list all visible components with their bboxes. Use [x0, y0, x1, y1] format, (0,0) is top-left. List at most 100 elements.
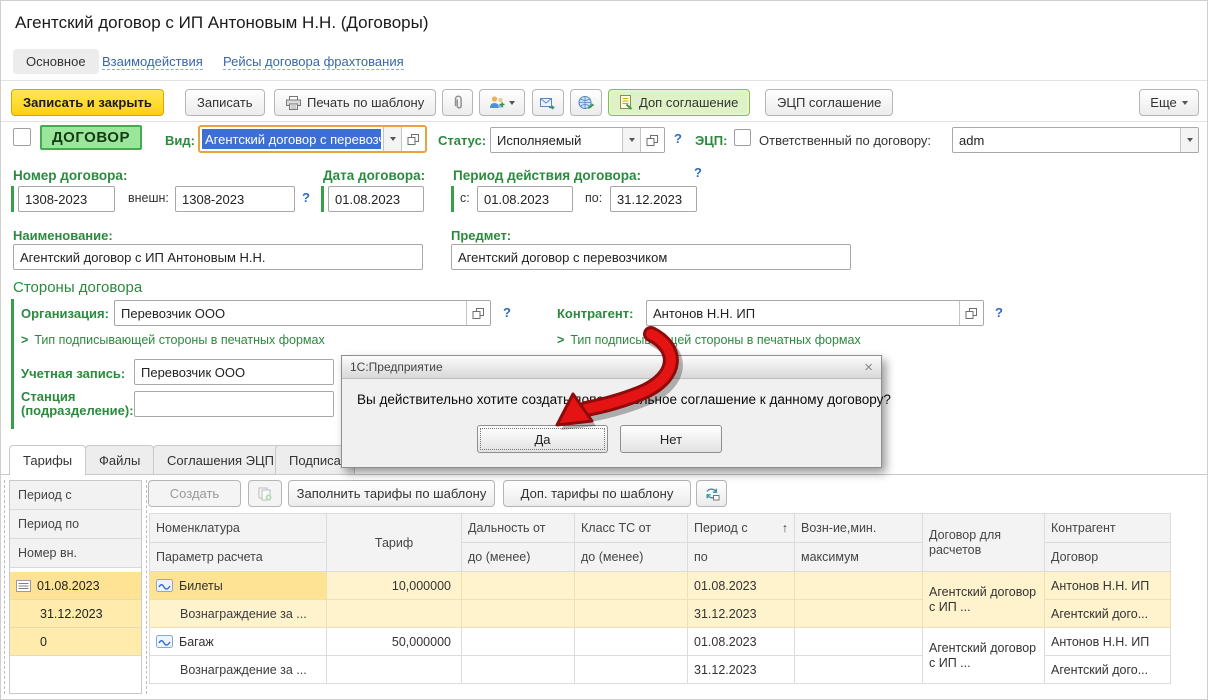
- cell-tariff[interactable]: 50,000000: [327, 628, 462, 656]
- cell-distance[interactable]: [462, 628, 575, 656]
- organization-open-button[interactable]: [466, 301, 490, 325]
- station-field[interactable]: [134, 391, 334, 417]
- cell-contract[interactable]: Агентский дого...: [1045, 600, 1171, 628]
- account-field[interactable]: Перевозчик ООО: [134, 359, 334, 385]
- dialog-titlebar[interactable]: 1С:Предприятие ×: [342, 356, 881, 379]
- number-help-link[interactable]: ?: [302, 190, 310, 205]
- name-field[interactable]: Агентский договор с ИП Антоновым Н.Н.: [13, 244, 423, 270]
- col-period-to[interactable]: по: [688, 543, 795, 572]
- subject-field[interactable]: Агентский договор с перевозчиком: [451, 244, 851, 270]
- contractor-open-button[interactable]: [959, 301, 983, 325]
- status-dropdown-button[interactable]: [622, 128, 640, 152]
- header-checkbox[interactable]: [13, 128, 31, 146]
- fill-tariffs-button[interactable]: Заполнить тарифы по шаблону: [288, 480, 495, 507]
- cell-nomenclature[interactable]: Багаж: [150, 628, 327, 656]
- ecp-checkbox[interactable]: [734, 129, 751, 146]
- cell-empty[interactable]: [327, 656, 462, 684]
- organization-value[interactable]: Перевозчик ООО: [115, 301, 466, 325]
- period-from-field[interactable]: 01.08.2023: [477, 186, 573, 212]
- sign-type-link-org[interactable]: >Тип подписывающей стороны в печатных фо…: [21, 333, 325, 347]
- tab-interactions[interactable]: Взаимодействия: [102, 54, 203, 70]
- col-nomenclature[interactable]: Номенклатура: [150, 514, 327, 543]
- tab-files[interactable]: Файлы: [85, 445, 154, 474]
- cell-empty[interactable]: [795, 656, 923, 684]
- ecp-agreement-button[interactable]: ЭЦП соглашение: [765, 89, 893, 116]
- status-combo[interactable]: Исполняемый: [490, 127, 665, 153]
- cell-calc-param[interactable]: Вознаграждение за ...: [150, 656, 327, 684]
- contract-date-field[interactable]: 01.08.2023: [328, 186, 424, 212]
- close-icon[interactable]: ×: [864, 360, 873, 375]
- contract-number-field[interactable]: 1308-2023: [18, 186, 115, 212]
- send-email-button[interactable]: [532, 89, 564, 116]
- tab-main[interactable]: Основное: [13, 49, 99, 74]
- cell-period-from[interactable]: 01.08.2023: [688, 628, 795, 656]
- cell-empty[interactable]: [462, 600, 575, 628]
- dop-agreement-button[interactable]: Доп соглашение: [608, 89, 750, 116]
- col-fee-max[interactable]: максимум: [795, 543, 923, 572]
- pane-splitter[interactable]: [4, 480, 5, 694]
- vid-value[interactable]: Агентский договор с перевозчи: [202, 129, 381, 149]
- internal-number-header[interactable]: Номер вн.: [10, 539, 141, 568]
- col-calc-contract[interactable]: Договор для расчетов: [923, 514, 1045, 572]
- create-button[interactable]: Создать: [148, 480, 241, 507]
- external-number-field[interactable]: 1308-2023: [175, 186, 295, 212]
- cell-calc-contract[interactable]: Агентский договор с ИП ...: [923, 572, 1045, 628]
- cell-class[interactable]: [575, 572, 688, 600]
- col-contractor[interactable]: Контрагент: [1045, 514, 1171, 543]
- col-class-to[interactable]: до (менее): [575, 543, 688, 572]
- save-button[interactable]: Записать: [185, 89, 265, 116]
- print-template-button[interactable]: Печать по шаблону: [274, 89, 436, 116]
- more-button[interactable]: Еще: [1139, 89, 1199, 116]
- period-from-cell[interactable]: 01.08.2023: [10, 572, 141, 600]
- organization-help-link[interactable]: ?: [503, 305, 511, 320]
- cell-calc-contract[interactable]: Агентский договор с ИП ...: [923, 628, 1045, 684]
- cell-period-to[interactable]: 31.12.2023: [688, 656, 795, 684]
- cell-empty[interactable]: [575, 656, 688, 684]
- tab-voyages[interactable]: Рейсы договора фрахтования: [223, 54, 404, 70]
- responsible-combo[interactable]: adm: [952, 127, 1199, 153]
- contractor-help-link[interactable]: ?: [995, 305, 1003, 320]
- cell-empty[interactable]: [795, 600, 923, 628]
- cell-tariff[interactable]: 10,000000: [327, 572, 462, 600]
- cell-empty[interactable]: [575, 600, 688, 628]
- refresh-button[interactable]: [696, 480, 727, 507]
- status-open-button[interactable]: [640, 128, 664, 152]
- col-class-from[interactable]: Класс ТС от: [575, 514, 688, 543]
- col-period-from[interactable]: Период с↑: [688, 514, 795, 543]
- cell-class[interactable]: [575, 628, 688, 656]
- internal-number-cell[interactable]: 0: [10, 628, 141, 656]
- tab-ecp-agreements[interactable]: Соглашения ЭЦП: [153, 445, 288, 474]
- organization-field[interactable]: Перевозчик ООО: [114, 300, 491, 326]
- cell-contractor[interactable]: Антонов Н.Н. ИП: [1045, 572, 1171, 600]
- cell-empty[interactable]: [462, 656, 575, 684]
- cell-nomenclature[interactable]: Билеты: [150, 572, 327, 600]
- col-calc-param[interactable]: Параметр расчета: [150, 543, 327, 572]
- cell-calc-param[interactable]: Вознаграждение за ...: [150, 600, 327, 628]
- cell-distance[interactable]: [462, 572, 575, 600]
- cell-contract[interactable]: Агентский дого...: [1045, 656, 1171, 684]
- cell-period-from[interactable]: 01.08.2023: [688, 572, 795, 600]
- pane-splitter[interactable]: [146, 480, 147, 694]
- attachments-button[interactable]: [442, 89, 473, 116]
- sign-type-link-contractor[interactable]: >Тип подписывающей стороны в печатных фо…: [557, 333, 861, 347]
- web-refresh-button[interactable]: [570, 89, 602, 116]
- table-row[interactable]: Билеты 10,000000 01.08.2023 Агентский до…: [150, 572, 1171, 600]
- col-distance-to[interactable]: до (менее): [462, 543, 575, 572]
- period-to-field[interactable]: 31.12.2023: [610, 186, 697, 212]
- period-to-header[interactable]: Период по: [10, 510, 141, 539]
- save-and-close-button[interactable]: Записать и закрыть: [11, 89, 164, 116]
- status-value[interactable]: Исполняемый: [491, 128, 622, 152]
- vid-dropdown-button[interactable]: [383, 127, 401, 151]
- vid-open-button[interactable]: [401, 127, 425, 151]
- extra-tariffs-button[interactable]: Доп. тарифы по шаблону: [503, 480, 691, 507]
- period-help-link[interactable]: ?: [694, 165, 702, 180]
- responsible-value[interactable]: adm: [953, 128, 1180, 152]
- no-button[interactable]: Нет: [620, 425, 722, 453]
- yes-button[interactable]: Да: [477, 425, 608, 453]
- tab-tariffs[interactable]: Тарифы: [9, 445, 86, 475]
- contractor-value[interactable]: Антонов Н.Н. ИП: [647, 301, 959, 325]
- cell-empty[interactable]: [327, 600, 462, 628]
- cell-fee[interactable]: [795, 628, 923, 656]
- add-contact-button[interactable]: [479, 89, 525, 116]
- col-distance-from[interactable]: Дальность от: [462, 514, 575, 543]
